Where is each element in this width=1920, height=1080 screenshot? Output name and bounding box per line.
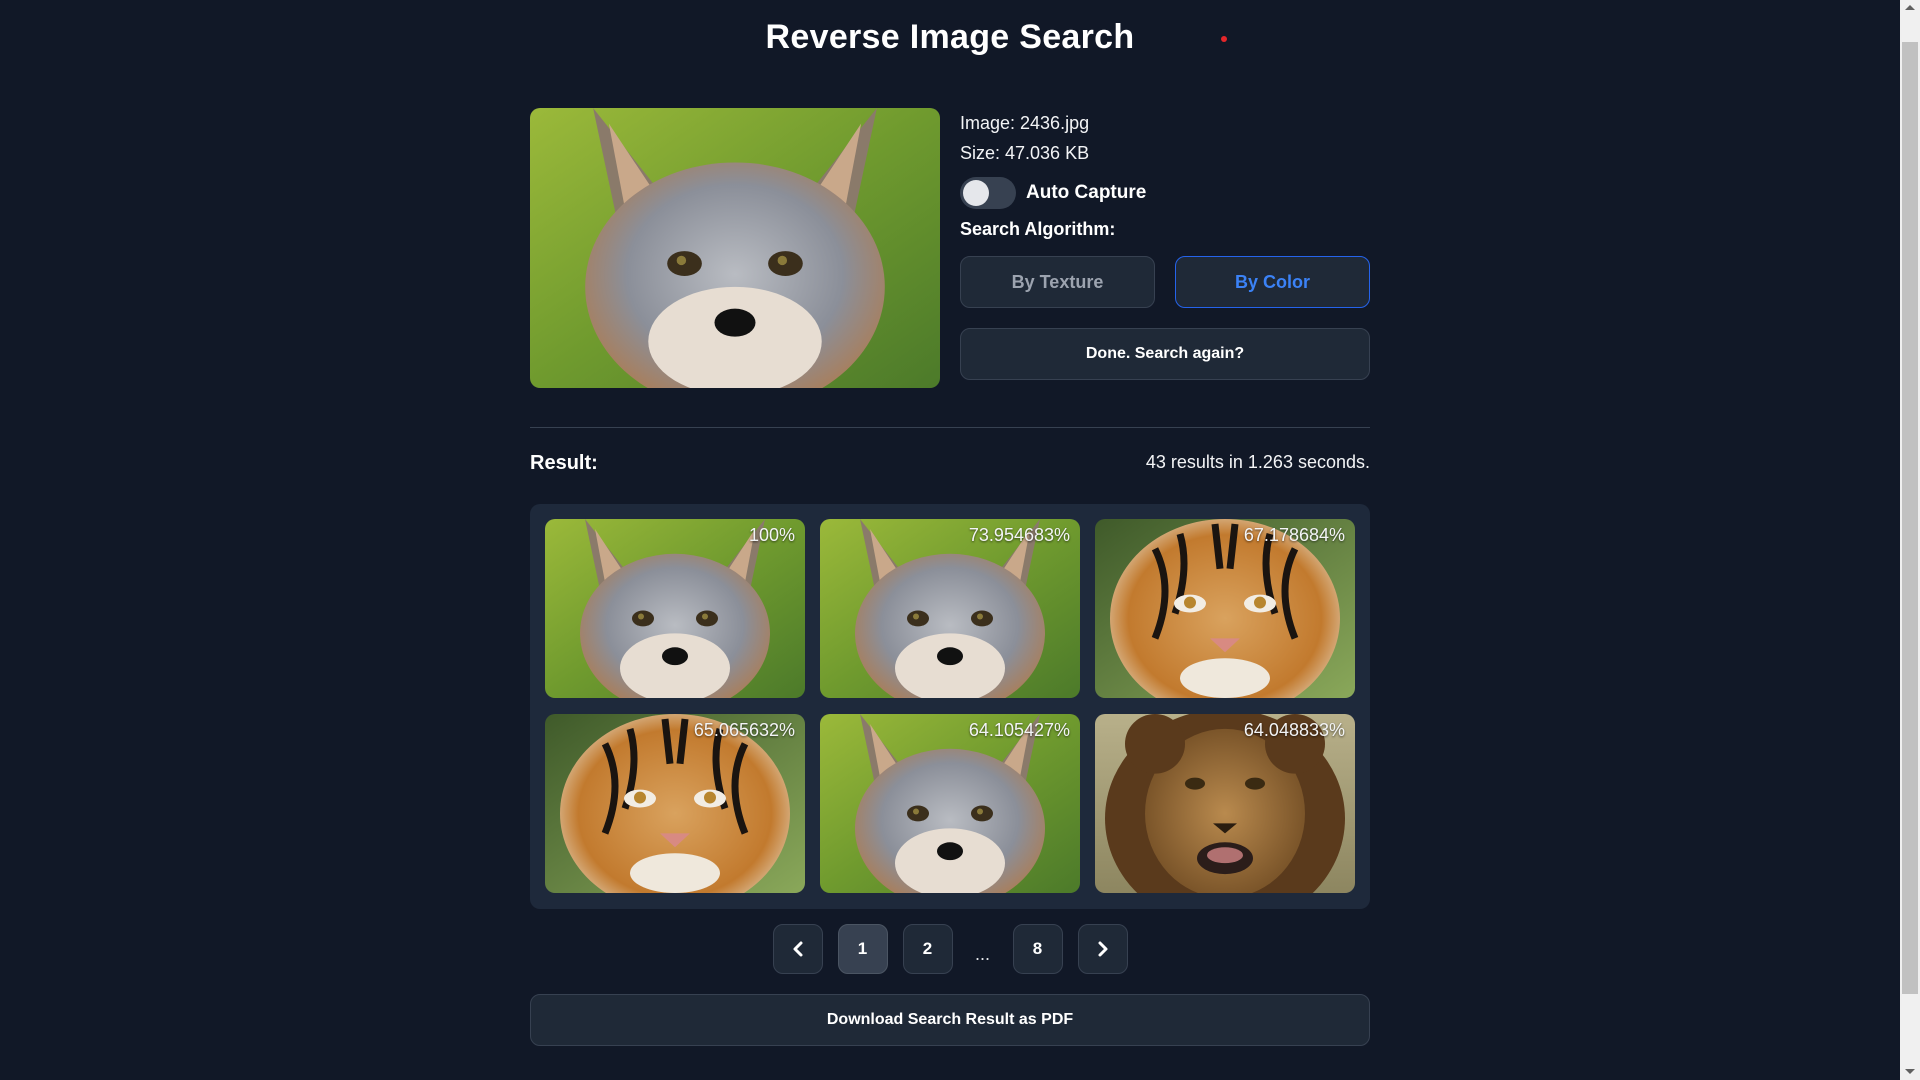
- page-title: Reverse Image Search: [765, 18, 1135, 56]
- similarity-score: 65.065632%: [693, 720, 795, 740]
- pagination-ellipsis: ...: [974, 943, 990, 964]
- similarity-score: 67.178684%: [1243, 525, 1345, 545]
- query-image-preview: [530, 108, 940, 388]
- next-page-button[interactable]: [1077, 924, 1128, 974]
- vertical-scrollbar[interactable]: [1900, 0, 1920, 1080]
- similarity-score: 73.954683%: [968, 525, 1070, 545]
- page: Reverse Image Search Image: 2436.jpg Siz…: [0, 0, 1900, 1080]
- chevron-right-icon: [1098, 941, 1107, 957]
- toggle-knob: [963, 180, 989, 206]
- section-divider: [530, 427, 1370, 428]
- image-size: Size: 47.036 KB: [960, 143, 1090, 163]
- result-tile[interactable]: 73.954683%: [820, 519, 1080, 698]
- similarity-score: 64.048833%: [1243, 720, 1345, 740]
- page-8-button[interactable]: 8: [1012, 924, 1063, 974]
- query-info-panel: Image: 2436.jpg Size: 47.036 KB Auto Cap…: [960, 108, 1370, 380]
- auto-capture-label: Auto Capture: [1026, 182, 1147, 203]
- status-dot: [1221, 36, 1227, 42]
- page-2-button[interactable]: 2: [902, 924, 953, 974]
- scroll-down-arrow-icon[interactable]: [1900, 1063, 1920, 1080]
- download-pdf-button[interactable]: Download Search Result as PDF: [530, 994, 1370, 1046]
- scroll-up-arrow-icon[interactable]: [1900, 0, 1920, 17]
- result-tile[interactable]: 100%: [545, 519, 805, 698]
- similarity-score: 64.105427%: [968, 720, 1070, 740]
- by-color-button[interactable]: By Color: [1175, 256, 1370, 308]
- search-again-button[interactable]: Done. Search again?: [960, 328, 1370, 380]
- auto-capture-row: Auto Capture: [960, 176, 1370, 210]
- results-grid: 100% 73.954683% 67.178684% 65.065632% 64…: [530, 504, 1370, 909]
- result-tile[interactable]: 65.065632%: [545, 714, 805, 893]
- auto-capture-toggle[interactable]: [960, 177, 1016, 209]
- result-heading: Result:: [530, 452, 598, 474]
- result-tile[interactable]: 64.105427%: [820, 714, 1080, 893]
- result-tile[interactable]: 67.178684%: [1095, 519, 1355, 698]
- scrollbar-thumb[interactable]: [1902, 42, 1918, 994]
- result-stats: 43 results in 1.263 seconds.: [1145, 452, 1370, 472]
- pagination: 1 2 ... 8: [530, 924, 1370, 974]
- algorithm-selector: By Texture By Color: [960, 256, 1370, 308]
- page-1-button[interactable]: 1: [837, 924, 888, 974]
- search-algorithm-label: Search Algorithm:: [960, 219, 1116, 239]
- chevron-left-icon: [793, 941, 802, 957]
- result-tile[interactable]: 64.048833%: [1095, 714, 1355, 893]
- similarity-score: 100%: [748, 525, 795, 545]
- prev-page-button[interactable]: [772, 924, 823, 974]
- image-filename: Image: 2436.jpg: [960, 113, 1090, 133]
- by-texture-button[interactable]: By Texture: [960, 256, 1155, 308]
